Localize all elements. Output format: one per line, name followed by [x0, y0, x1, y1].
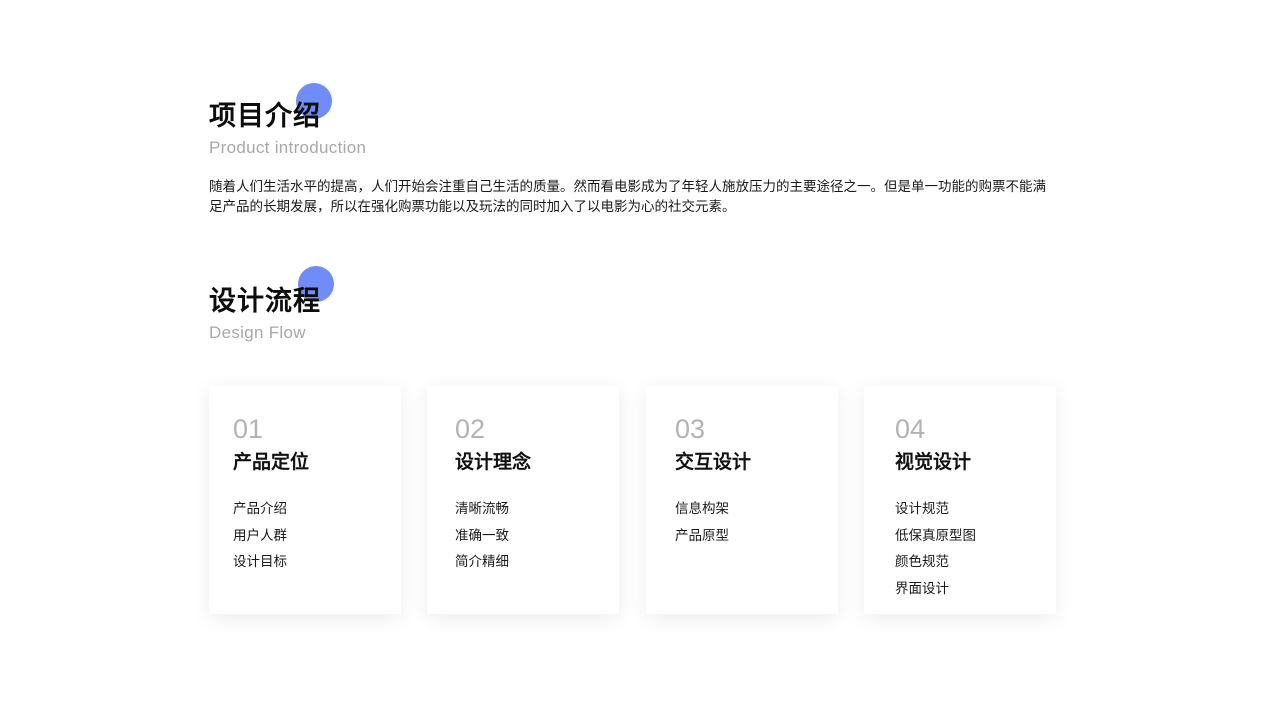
card-number: 04 — [895, 414, 926, 444]
list-item: 信息构架 — [675, 501, 729, 517]
list-item: 设计规范 — [895, 501, 949, 517]
flow-card-design-concept: 02 设计理念 清晰流畅 准确一致 简介精细 — [427, 386, 619, 614]
card-number: 03 — [675, 414, 706, 444]
card-title: 产品定位 — [233, 451, 310, 473]
card-title: 交互设计 — [675, 451, 752, 473]
design-flow-section-header: 设计流程 Design Flow — [209, 266, 334, 343]
intro-subtitle: Product introduction — [209, 138, 367, 157]
flow-card-interaction-design: 03 交互设计 信息构架 产品原型 — [646, 386, 838, 614]
list-item: 低保真原型图 — [895, 527, 976, 544]
design-flow-title: 设计流程 — [209, 286, 321, 317]
list-item: 用户人群 — [233, 527, 287, 544]
intro-section-header: 项目介绍 Product introduction — [209, 83, 367, 158]
card-item-list: 设计规范 低保真原型图 颜色规范 界面设计 — [895, 496, 976, 602]
card-title: 视觉设计 — [895, 451, 972, 473]
intro-title-wrap: 项目介绍 — [209, 83, 366, 136]
card-number: 01 — [233, 414, 264, 444]
design-flow-title-wrap: 设计流程 — [209, 266, 334, 321]
list-item: 设计目标 — [233, 554, 287, 570]
list-item: 界面设计 — [895, 580, 949, 597]
intro-body: 随着人们生活水平的提高，人们开始会注重自己生活的质量。然而看电影成为了年轻人施放… — [209, 179, 1046, 215]
page: 项目介绍 Product introduction 随着人们生活水平的提高，人们… — [0, 0, 1280, 720]
list-item: 产品原型 — [675, 527, 729, 544]
card-number: 02 — [455, 414, 486, 444]
flow-card-product-positioning: 01 产品定位 产品介绍 用户人群 设计目标 — [209, 386, 401, 614]
card-item-list: 产品介绍 用户人群 设计目标 — [233, 496, 287, 576]
card-title: 设计理念 — [455, 451, 532, 473]
design-flow-subtitle: Design Flow — [209, 323, 306, 342]
list-item: 产品介绍 — [233, 501, 287, 517]
list-item: 清晰流畅 — [455, 501, 509, 517]
intro-title: 项目介绍 — [209, 101, 321, 132]
list-item: 准确一致 — [455, 527, 509, 544]
card-item-list: 信息构架 产品原型 — [675, 496, 729, 549]
list-item: 简介精细 — [455, 554, 509, 570]
card-item-list: 清晰流畅 准确一致 简介精细 — [455, 496, 509, 576]
flow-card-visual-design: 04 视觉设计 设计规范 低保真原型图 颜色规范 界面设计 — [864, 386, 1056, 614]
list-item: 颜色规范 — [895, 554, 949, 570]
